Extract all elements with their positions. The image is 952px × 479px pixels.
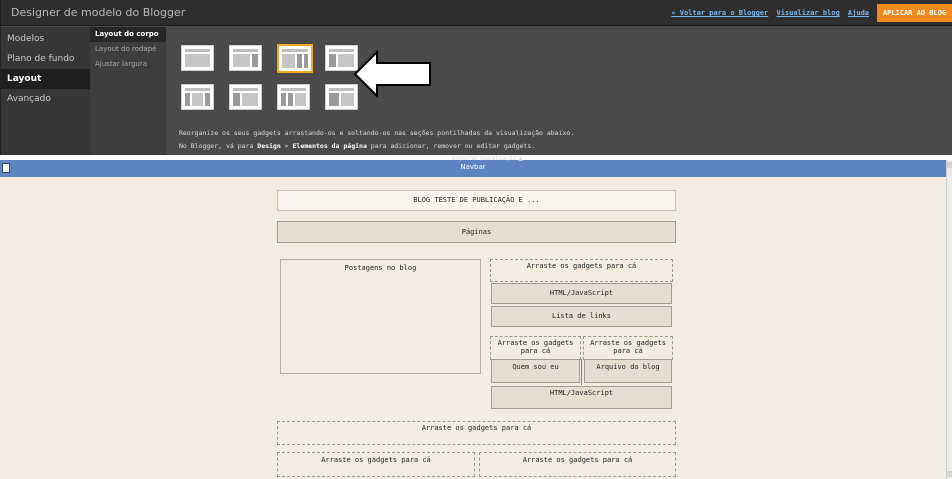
top-links: « Voltar para o Blogger Visualizar blog … [667,9,869,17]
sub-item-adjust-width[interactable]: Ajustar largura [90,57,166,72]
layout-option-two-left-sidebars[interactable] [277,84,310,110]
preview-toggle[interactable]: Exportar visualização ▲ [452,155,523,162]
sub-item-body-layout[interactable]: Layout do corpo [90,27,166,42]
designer-panel: Designer de modelo do Blogger « Voltar p… [0,0,952,155]
sub-menu: Layout do corpo Layout do rodapé Ajustar… [90,27,166,155]
layout-preview: BLOG TESTE DE PUBLICAÇÃO E ... Páginas P… [0,177,946,479]
layout-option-right-sidebar[interactable] [229,45,262,71]
app-title: Designer de modelo do Blogger [11,6,186,19]
back-to-blogger-link[interactable]: « Voltar para o Blogger [671,9,768,17]
sub-item-footer-layout[interactable]: Layout do rodapé [90,42,166,57]
menu-item-layout[interactable]: Layout [1,69,90,89]
blog-posts-gadget[interactable]: Postagens no blog [280,259,481,374]
footer-drop-zone[interactable]: Arraste os gadgets para cá [277,421,676,445]
sidebar-right-drop-zone[interactable]: Arraste os gadgets para cá [583,336,673,360]
html-javascript-gadget[interactable]: HTML/JavaScript [491,283,672,304]
left-pointing-arrow-icon [353,50,431,98]
navbar-label: Navbar [460,163,486,171]
footer-right-drop-zone[interactable]: Arraste os gadgets para cá [479,452,676,477]
vertical-scrollbar[interactable] [946,160,952,479]
top-bar: Designer de modelo do Blogger « Voltar p… [1,0,952,26]
menu-item-background[interactable]: Plano de fundo [1,49,90,69]
scroll-up-arrow-icon[interactable] [947,162,952,168]
layout-option-single-column[interactable] [181,45,214,71]
sidebar-left-drop-zone[interactable]: Arraste os gadgets para cá [490,336,581,360]
layout-option-two-right-sidebars-selected[interactable] [277,44,313,73]
sidebar-drop-zone[interactable]: Arraste os gadgets para cá [490,259,673,282]
pages-gadget[interactable]: Páginas [277,221,676,243]
footer-left-drop-zone[interactable]: Arraste os gadgets para cá [277,452,475,477]
about-me-gadget[interactable]: Quem sou eu [491,359,580,383]
help-line-2: No Blogger, vá para Design > Elementos d… [179,142,536,150]
blog-header-gadget[interactable]: BLOG TESTE DE PUBLICAÇÃO E ... [277,190,676,211]
html-javascript-gadget-2[interactable]: HTML/JavaScript [491,386,672,409]
scroll-down-arrow-icon[interactable] [947,471,952,477]
help-text: Reorganize os seus gadgets arrastando-os… [179,127,574,153]
main-menu: Modelos Plano de fundo Layout Avançado [1,27,90,155]
layout-option-both-sidebars[interactable] [181,84,214,110]
menu-item-advanced[interactable]: Avançado [1,89,90,109]
help-line-1: Reorganize os seus gadgets arrastando-os… [179,129,575,137]
apply-to-blog-button[interactable]: APLICAR AO BLOG [877,4,952,22]
help-link[interactable]: Ajuda [848,9,869,17]
navbar: Navbar [0,160,946,177]
blog-archive-gadget[interactable]: Arquivo do blog [584,359,672,383]
layout-option-left-sidebar[interactable] [229,84,262,110]
menu-item-templates[interactable]: Modelos [1,29,90,49]
view-blog-link[interactable]: Visualizar blog [776,9,839,17]
sidebar-divider [581,359,582,385]
links-list-gadget[interactable]: Lista de links [491,306,672,327]
